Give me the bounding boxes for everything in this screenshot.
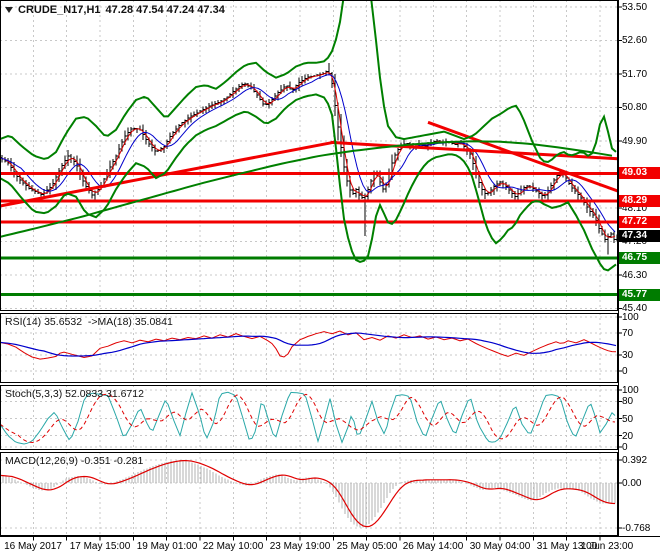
price-tick-label: 53.50 (622, 2, 648, 13)
time-axis-label: 22 May 10:00 (202, 541, 264, 552)
time-axis-label: 17 May 15:00 (69, 541, 131, 552)
trading-terminal-chart-window: CRUDE_N17,H1 47.28 47.54 47.24 47.34 RSI… (0, 0, 660, 560)
stoch-tick-label: 0 (622, 442, 628, 453)
time-axis-label: 23 May 19:00 (269, 541, 331, 552)
time-axis-label: 25 May 05:00 (336, 541, 398, 552)
time-axis-label: 1 Jun 23:00 (580, 541, 634, 552)
price-badge-res: 48.29 (619, 194, 660, 207)
stoch-indicator-label: Stoch(5,3,3) 52.0833 31.6712 (5, 388, 144, 400)
time-axis-label: 26 May 14:00 (402, 541, 464, 552)
macd-indicator-label: MACD(12,26,9) -0.351 -0.281 (5, 455, 144, 467)
time-axis-label: 16 May 2017 (4, 541, 62, 552)
stoch-tick-label: 50 (622, 413, 634, 425)
price-chart-canvas[interactable] (0, 0, 660, 560)
stoch-tick-label: 80 (622, 396, 634, 408)
price-tick-label: 50.80 (622, 102, 648, 114)
stoch-tick-label: 100 (622, 385, 639, 396)
price-badge-sup: 45.77 (619, 288, 660, 301)
price-tick-label: 51.70 (622, 68, 648, 80)
price-badge-sup: 46.75 (619, 252, 660, 265)
price-badge-res: 47.72 (619, 216, 660, 229)
price-tick-label: 46.30 (622, 269, 648, 281)
price-tick-label: 52.60 (622, 35, 648, 47)
rsi-tick-label: 0 (622, 366, 628, 377)
symbol-title: CRUDE_N17,H1 (18, 4, 101, 16)
price-tick-label: 49.90 (622, 135, 648, 147)
macd-tick-label: -0.768 (622, 523, 651, 535)
chart-header: CRUDE_N17,H1 47.28 47.54 47.24 47.34 (5, 4, 225, 16)
rsi-tick-label: 70 (622, 328, 634, 340)
stoch-tick-label: 20 (622, 430, 634, 442)
rsi-tick-label: 100 (622, 312, 639, 323)
time-axis-label: 19 May 01:00 (136, 541, 198, 552)
macd-tick-label: 0.00 (622, 478, 642, 489)
symbol-collapse-icon[interactable] (5, 7, 13, 13)
time-axis-label: 30 May 04:00 (469, 541, 531, 552)
price-badge-res: 49.03 (619, 167, 660, 180)
ohlc-values: 47.28 47.54 47.24 47.34 (105, 4, 225, 16)
macd-tick-label: 0.392 (622, 454, 648, 466)
rsi-tick-label: 30 (622, 349, 634, 361)
rsi-indicator-label: RSI(14) 35.6532 ->MA(18) 35.0841 (5, 316, 173, 328)
price-badge-cur: 47.34 (619, 230, 660, 243)
